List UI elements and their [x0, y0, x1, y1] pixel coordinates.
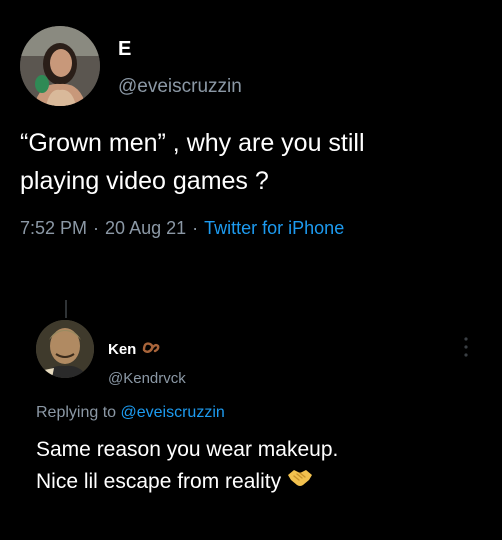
tweet-text-line: “Grown men” , why are you still: [20, 129, 365, 157]
separator-dot: ·: [93, 218, 100, 238]
display-name[interactable]: E: [118, 38, 131, 61]
reply-name-row: Ken: [108, 340, 160, 358]
tweet-text: “Grown men” , why are you still playing …: [20, 124, 490, 200]
tweet-source[interactable]: Twitter for iPhone: [204, 218, 344, 238]
reply-text-line-2: Nice lil escape from reality: [36, 466, 476, 498]
reply-text-line: Nice lil escape from reality: [36, 470, 282, 493]
user-handle[interactable]: @eveiscruzzin: [118, 76, 242, 98]
tweet-text-line: playing video games ?: [20, 167, 269, 195]
tweet-meta: 7:52 PM · 20 Aug 21 · Twitter for iPhone: [20, 218, 344, 239]
more-vertical-icon[interactable]: [460, 334, 472, 360]
reply-text-line: Same reason you wear makeup.: [36, 438, 339, 461]
pretzel-emoji-icon: [142, 340, 160, 358]
handshake-emoji-icon: [287, 466, 313, 498]
tweet-time[interactable]: 7:52 PM: [20, 218, 87, 238]
reply-text: Same reason you wear makeup. Nice lil es…: [36, 434, 476, 498]
replying-to: Replying to @eveiscruzzin: [36, 404, 225, 422]
replying-to-mention[interactable]: @eveiscruzzin: [121, 404, 225, 421]
tweet-date[interactable]: 20 Aug 21: [105, 218, 186, 238]
separator-dot: ·: [192, 218, 199, 238]
reply-user-handle[interactable]: @Kendrvck: [108, 370, 186, 387]
reply-avatar[interactable]: [36, 320, 94, 378]
avatar[interactable]: [20, 26, 100, 106]
reply-display-name[interactable]: Ken: [108, 341, 136, 358]
thread-line: [65, 300, 67, 318]
replying-to-label: Replying to: [36, 404, 117, 421]
